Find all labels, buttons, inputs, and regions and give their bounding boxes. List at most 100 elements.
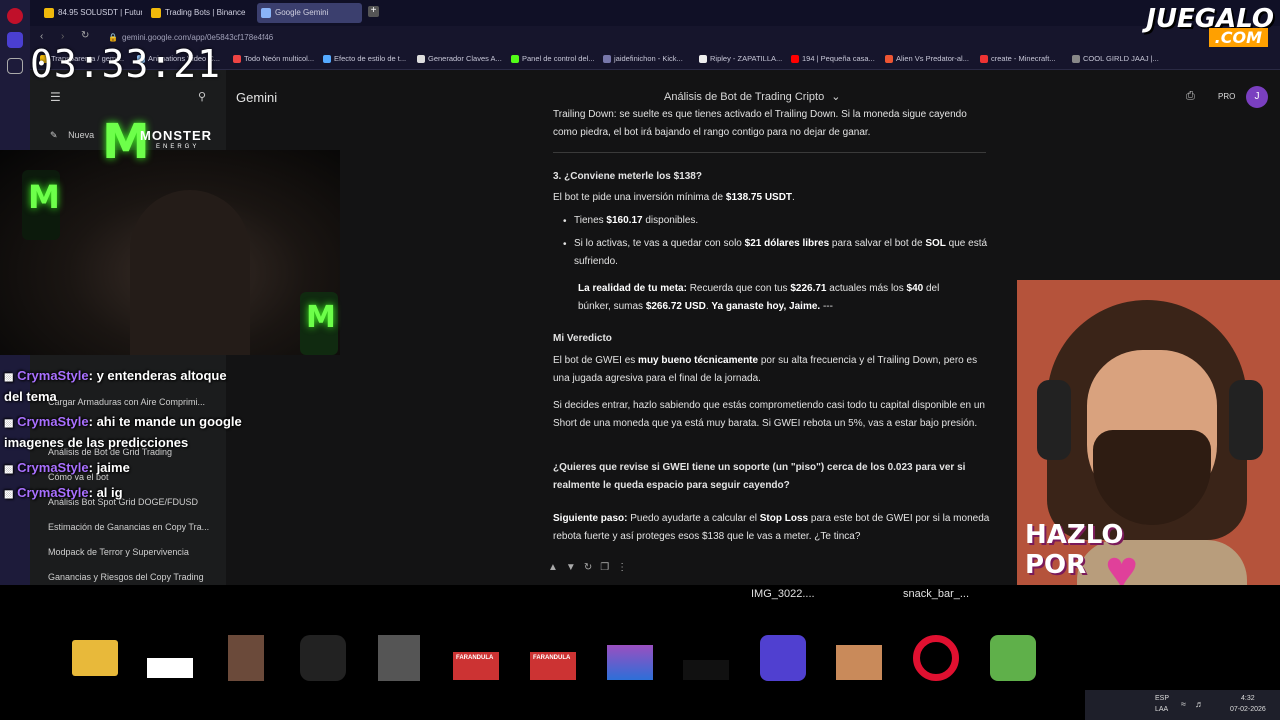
chevron-down-icon: ⌄: [831, 91, 841, 103]
new-tab-button[interactable]: +: [368, 6, 379, 17]
image-thumbnail-icon[interactable]: [228, 635, 264, 681]
tab-bar: 84.95 SOLUSDT | Futures | Trading Bots |…: [30, 0, 1280, 26]
bookmark-icon: [511, 55, 519, 63]
stream-clock: 03:33:21: [30, 42, 222, 86]
bookmark-icon: [603, 55, 611, 63]
section-heading: Mi Veredicto: [553, 333, 612, 344]
gemini-logo[interactable]: Gemini: [236, 90, 277, 105]
chat-badge-icon: ▩: [4, 418, 14, 429]
chat-message-cont: imagenes de las predicciones: [4, 435, 189, 450]
chat-message: ▩ CrymaStyle: jaime: [4, 460, 130, 475]
sidebar-chat-item[interactable]: Modpack de Terror y Supervivencia: [48, 547, 189, 557]
search-icon[interactable]: ⚲: [198, 90, 206, 103]
divider: [553, 152, 986, 153]
bullet-item: Tienes $160.17 disponibles.: [574, 215, 699, 226]
volume-icon[interactable]: ♬: [1195, 699, 1204, 709]
message-paragraph: El bot te pide una inversión mínima de $…: [553, 192, 795, 203]
chat-badge-icon: ▩: [4, 489, 14, 500]
juegalo-logo: JUEGALO .COM: [1146, 4, 1274, 47]
more-icon[interactable]: ⋮: [617, 562, 635, 573]
message-paragraph: El bot de GWEI es muy bueno técnicamente…: [553, 355, 978, 384]
bookmark-item[interactable]: Generador Claves A...: [417, 54, 502, 63]
image-thumbnail-icon[interactable]: [836, 645, 882, 680]
bookmark-item[interactable]: Todo Neón multicol...: [233, 54, 314, 63]
vlc-icon[interactable]: [300, 635, 346, 681]
bookmark-icon: [980, 55, 988, 63]
thumb-up-icon[interactable]: ▲: [548, 562, 566, 573]
back-icon[interactable]: ‹: [40, 31, 43, 42]
chat-badge-icon: ▩: [4, 372, 14, 383]
monster-energy-logo: M MONSTER ENERGY: [102, 114, 212, 170]
sidebar-chat-item[interactable]: Ganancias y Riesgos del Copy Trading: [48, 572, 204, 582]
chat-message-cont: del tema: [4, 389, 57, 404]
sidebar-chat-item[interactable]: Estimación de Ganancias en Copy Tra...: [48, 522, 209, 532]
forward-icon[interactable]: ›: [61, 31, 64, 42]
bookmark-icon: [885, 55, 893, 63]
tab-solusdt[interactable]: 84.95 SOLUSDT | Futures |: [40, 3, 142, 23]
farandula-file-icon[interactable]: FARANDULA: [453, 652, 499, 680]
regenerate-icon[interactable]: ↻: [584, 562, 600, 573]
desktop-file-label[interactable]: snack_bar_...: [903, 588, 969, 600]
folder-icon[interactable]: [72, 640, 118, 676]
bookmark-item[interactable]: Panel de control del...: [511, 54, 595, 63]
clock-time[interactable]: 4:32: [1241, 695, 1255, 702]
file-thumbnail-icon[interactable]: [683, 660, 729, 680]
message-paragraph: Trailing Down: se suelte es que tienes a…: [553, 109, 967, 138]
blockquote: La realidad de tu meta: Recuerda que con…: [578, 283, 940, 312]
bookmark-item[interactable]: 194 | Pequeña casa...: [791, 54, 875, 63]
bookmark-item[interactable]: create - Minecraft...: [980, 54, 1056, 63]
avatar[interactable]: J: [1246, 86, 1268, 108]
bullet-item: Si lo activas, te vas a quedar con solo …: [574, 238, 988, 267]
shield-app-icon[interactable]: [760, 635, 806, 681]
chat-badge-icon: ▩: [4, 464, 14, 475]
bookmark-icon: [417, 55, 425, 63]
copy-icon[interactable]: ❐: [600, 562, 617, 573]
home-icon[interactable]: [7, 32, 23, 48]
image-thumbnail-icon[interactable]: [607, 645, 653, 680]
star-icon[interactable]: [7, 58, 23, 74]
language-indicator[interactable]: ESP: [1155, 695, 1169, 702]
video-thumbnail-icon[interactable]: [378, 635, 420, 681]
menu-icon[interactable]: ☰: [50, 90, 61, 104]
reload-icon[interactable]: ↻: [81, 30, 89, 41]
monster-can: M: [300, 292, 338, 355]
language-region: LAA: [1155, 706, 1169, 713]
binance-icon: [151, 8, 161, 18]
new-chat-button[interactable]: ✎ Nueva: [50, 130, 94, 141]
headphone-icon: [1229, 380, 1263, 460]
opera-icon[interactable]: [913, 635, 959, 681]
bookmark-icon: [323, 55, 331, 63]
vtuber-avatar-panel: HAZLO POR ♥: [1017, 280, 1280, 620]
bookmark-item[interactable]: Efecto de estilo de t...: [323, 54, 406, 63]
response-actions: ▲▼↻❐⋮: [548, 562, 635, 573]
gemini-icon: [261, 8, 271, 18]
tab-trading-bots[interactable]: Trading Bots | Binance: [147, 3, 252, 23]
message-paragraph: ¿Quieres que revise si GWEI tiene un sop…: [553, 462, 966, 491]
streamer-silhouette: [130, 190, 250, 355]
tab-google-gemini[interactable]: Google Gemini: [257, 3, 362, 23]
headphone-icon: [1037, 380, 1071, 460]
opera-logo-icon[interactable]: [7, 8, 23, 24]
print-icon[interactable]: ⎙: [1186, 90, 1195, 103]
bookmark-icon: [1072, 55, 1080, 63]
stream-chat: ▩ CrymaStyle: y entenderas altoque del t…: [0, 360, 260, 510]
thumb-down-icon[interactable]: ▼: [566, 562, 584, 573]
bookmark-item[interactable]: COOL GIRLD JAAJ |...: [1072, 54, 1159, 63]
chat-message: ▩ CrymaStyle: ahi te mande un google: [4, 414, 242, 429]
desktop-file-label[interactable]: IMG_3022....: [751, 588, 815, 600]
money-app-icon[interactable]: [990, 635, 1036, 681]
conversation-title[interactable]: Análisis de Bot de Trading Cripto ⌄: [664, 90, 840, 103]
file-thumbnail-icon[interactable]: [147, 658, 193, 678]
pro-badge: PRO: [1218, 92, 1236, 101]
bullet-dot: •: [563, 216, 567, 227]
bookmark-item[interactable]: Alien Vs Predator-al...: [885, 54, 969, 63]
message-paragraph: Siguiente paso: Puedo ayudarte a calcula…: [553, 513, 990, 542]
farandula-file-icon[interactable]: FARANDULA: [530, 652, 576, 680]
wifi-icon[interactable]: ≈: [1181, 699, 1186, 709]
binance-icon: [44, 8, 54, 18]
bookmark-item[interactable]: jaidefinichon - Kick...: [603, 54, 683, 63]
url-input[interactable]: 🔒 gemini.google.com/app/0e5843cf178e4f46: [102, 29, 1202, 47]
bookmark-item[interactable]: Ripley - ZAPATILLA...: [699, 54, 782, 63]
bookmark-icon: [699, 55, 707, 63]
webcam-feed: M M: [0, 150, 340, 355]
